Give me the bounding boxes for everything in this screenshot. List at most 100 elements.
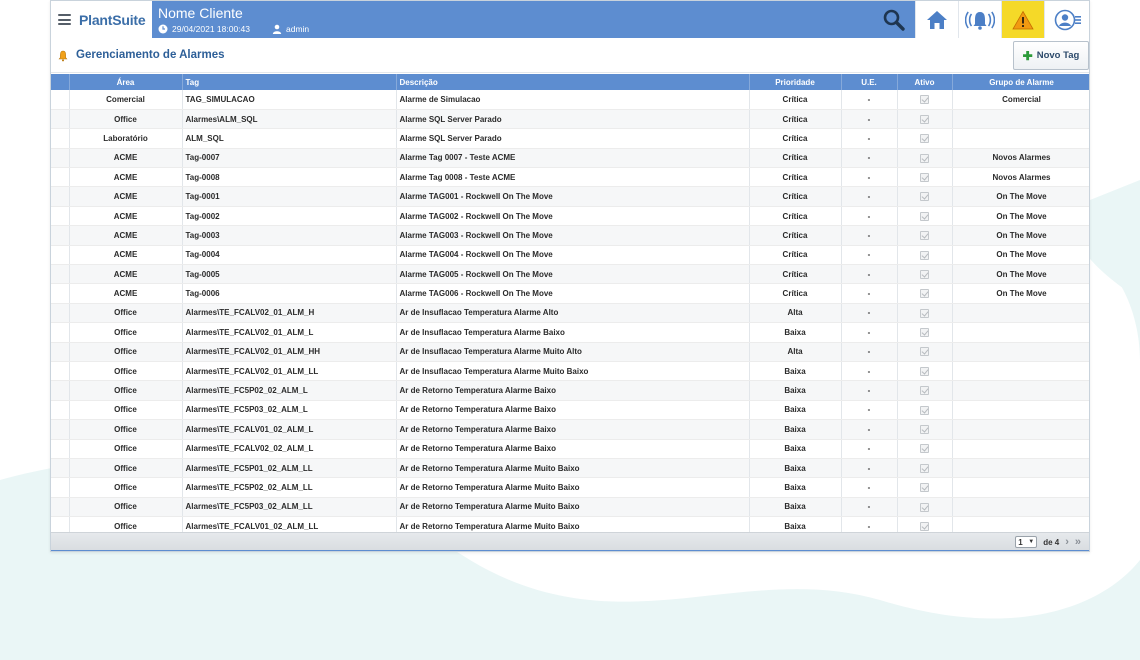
active-checkbox[interactable]	[920, 231, 929, 241]
cell-priority: Baixa	[749, 477, 842, 498]
cell-priority: Alta	[749, 303, 842, 324]
next-page-icon[interactable]: ›	[1065, 537, 1069, 548]
active-checkbox[interactable]	[920, 114, 929, 124]
row-selector[interactable]	[51, 497, 70, 518]
row-selector[interactable]	[51, 303, 70, 324]
row-selector[interactable]	[51, 128, 70, 149]
header-area[interactable]: Área	[69, 74, 183, 90]
table-row[interactable]: ACME Tag-0003 Alarme TAG003 - Rockwell On …	[51, 225, 1089, 246]
row-selector[interactable]	[51, 322, 70, 343]
table-row[interactable]: Office Alarmes\TE_FC5P01_02_ALM_LL Ar de R…	[51, 458, 1089, 479]
row-selector[interactable]	[51, 477, 70, 498]
active-checkbox[interactable]	[920, 347, 929, 357]
active-checkbox[interactable]	[920, 153, 929, 163]
active-checkbox[interactable]	[920, 483, 929, 493]
cell-priority: Crítica	[749, 283, 842, 304]
row-selector[interactable]	[51, 167, 70, 188]
table-row[interactable]: ACME Tag-0006 Alarme TAG006 - Rockwell On …	[51, 283, 1089, 304]
user-menu-button[interactable]	[1044, 1, 1089, 38]
table-row[interactable]: Office Alarmes\ALM_SQL Alarme SQL Server P…	[51, 109, 1089, 130]
cell-tag: Tag-0008	[182, 167, 397, 188]
row-selector[interactable]	[51, 109, 70, 130]
table-row[interactable]: Office Alarmes\TE_FC5P02_02_ALM_LL Ar de R…	[51, 477, 1089, 498]
table-row[interactable]: ACME Tag-0008 Alarme Tag 0008 - Teste ACME…	[51, 167, 1089, 188]
table-row[interactable]: Office Alarmes\TE_FC5P03_02_ALM_L Ar de Re…	[51, 400, 1089, 421]
active-checkbox[interactable]	[920, 289, 929, 299]
table-row[interactable]: Office Alarmes\TE_FCALV02_01_ALM_H Ar de I…	[51, 303, 1089, 324]
active-checkbox[interactable]	[920, 444, 929, 454]
hamburger-menu-icon[interactable]	[58, 14, 71, 25]
table-row[interactable]: Office Alarmes\TE_FC5P02_02_ALM_L Ar de Re…	[51, 380, 1089, 401]
active-checkbox[interactable]	[920, 269, 929, 279]
search-icon[interactable]	[881, 7, 907, 33]
active-checkbox[interactable]	[920, 172, 929, 182]
row-selector[interactable]	[51, 458, 70, 479]
row-selector[interactable]	[51, 361, 70, 382]
cell-tag: Alarmes\ALM_SQL	[182, 109, 397, 130]
cell-description: Alarme TAG002 - Rockwell On The Move	[396, 206, 750, 227]
row-selector[interactable]	[51, 342, 70, 362]
active-checkbox[interactable]	[920, 308, 929, 318]
alarm-broadcast-button[interactable]	[958, 1, 1001, 38]
home-button[interactable]	[915, 1, 958, 38]
active-checkbox[interactable]	[920, 211, 929, 221]
header-tag[interactable]: Tag	[182, 74, 397, 90]
row-selector[interactable]	[51, 206, 70, 227]
cell-active	[897, 380, 953, 401]
table-row[interactable]: Office Alarmes\TE_FCALV01_02_ALM_L Ar de R…	[51, 419, 1089, 440]
row-selector[interactable]	[51, 283, 70, 304]
table-row[interactable]: ACME Tag-0001 Alarme TAG001 - Rockwell On …	[51, 186, 1089, 207]
row-selector[interactable]	[51, 148, 70, 169]
active-checkbox[interactable]	[920, 366, 929, 376]
cell-priority: Baixa	[749, 400, 842, 421]
table-row[interactable]: Office Alarmes\TE_FCALV02_01_ALM_HH Ar de …	[51, 342, 1089, 362]
table-row[interactable]: Office Alarmes\TE_FC5P03_02_ALM_LL Ar de R…	[51, 497, 1089, 518]
row-selector[interactable]	[51, 264, 70, 285]
row-selector[interactable]	[51, 419, 70, 440]
row-selector[interactable]	[51, 400, 70, 421]
active-checkbox[interactable]	[920, 192, 929, 202]
table-row[interactable]: ACME Tag-0007 Alarme Tag 0007 - Teste ACME…	[51, 148, 1089, 169]
table-row[interactable]: ACME Tag-0005 Alarme TAG005 - Rockwell On …	[51, 264, 1089, 285]
cell-priority: Crítica	[749, 225, 842, 246]
row-selector[interactable]	[51, 186, 70, 207]
active-checkbox[interactable]	[920, 134, 929, 144]
table-row[interactable]: Comercial TAG_SIMULACAO Alarme de Simulaca…	[51, 90, 1089, 110]
active-checkbox[interactable]	[920, 502, 929, 512]
table-row[interactable]: Office Alarmes\TE_FCALV02_01_ALM_L Ar de I…	[51, 322, 1089, 343]
row-selector[interactable]	[51, 245, 70, 266]
last-page-icon[interactable]: »	[1075, 537, 1081, 548]
cell-ue: -	[841, 322, 898, 343]
new-tag-button[interactable]: ✚ Novo Tag	[1013, 41, 1089, 70]
active-checkbox[interactable]	[920, 386, 929, 396]
warning-button[interactable]	[1001, 1, 1044, 38]
cell-active	[897, 322, 953, 343]
header-description[interactable]: Descrição	[396, 74, 750, 90]
table-row[interactable]: Office Alarmes\TE_FCALV02_01_ALM_LL Ar de …	[51, 361, 1089, 382]
header-priority[interactable]: Prioridade	[749, 74, 842, 90]
table-row[interactable]: Office Alarmes\TE_FCALV02_02_ALM_L Ar de R…	[51, 439, 1089, 459]
page-header: Gerenciamento de Alarmes ✚ Novo Tag	[51, 38, 1089, 73]
cell-tag: Tag-0003	[182, 225, 397, 246]
active-checkbox[interactable]	[920, 521, 929, 531]
row-selector[interactable]	[51, 439, 70, 459]
table-row[interactable]: ACME Tag-0004 Alarme TAG004 - Rockwell On …	[51, 245, 1089, 266]
table-row[interactable]: ACME Tag-0002 Alarme TAG002 - Rockwell On …	[51, 206, 1089, 227]
cell-area: Office	[69, 303, 183, 324]
active-checkbox[interactable]	[920, 95, 929, 105]
table-row[interactable]: Laboratório ALM_SQL Alarme SQL Server Para…	[51, 128, 1089, 149]
page-select[interactable]: 1 ▼	[1015, 536, 1038, 548]
active-checkbox[interactable]	[920, 405, 929, 415]
active-checkbox[interactable]	[920, 250, 929, 260]
row-selector[interactable]	[51, 225, 70, 246]
active-checkbox[interactable]	[920, 328, 929, 338]
active-checkbox[interactable]	[920, 463, 929, 473]
header-ue[interactable]: U.E.	[841, 74, 898, 90]
active-checkbox[interactable]	[920, 425, 929, 435]
row-selector[interactable]	[51, 380, 70, 401]
cell-active	[897, 128, 953, 149]
cell-group	[952, 109, 1089, 130]
header-active[interactable]: Ativo	[897, 74, 953, 90]
row-selector[interactable]	[51, 90, 70, 110]
header-group[interactable]: Grupo de Alarme	[952, 74, 1089, 90]
